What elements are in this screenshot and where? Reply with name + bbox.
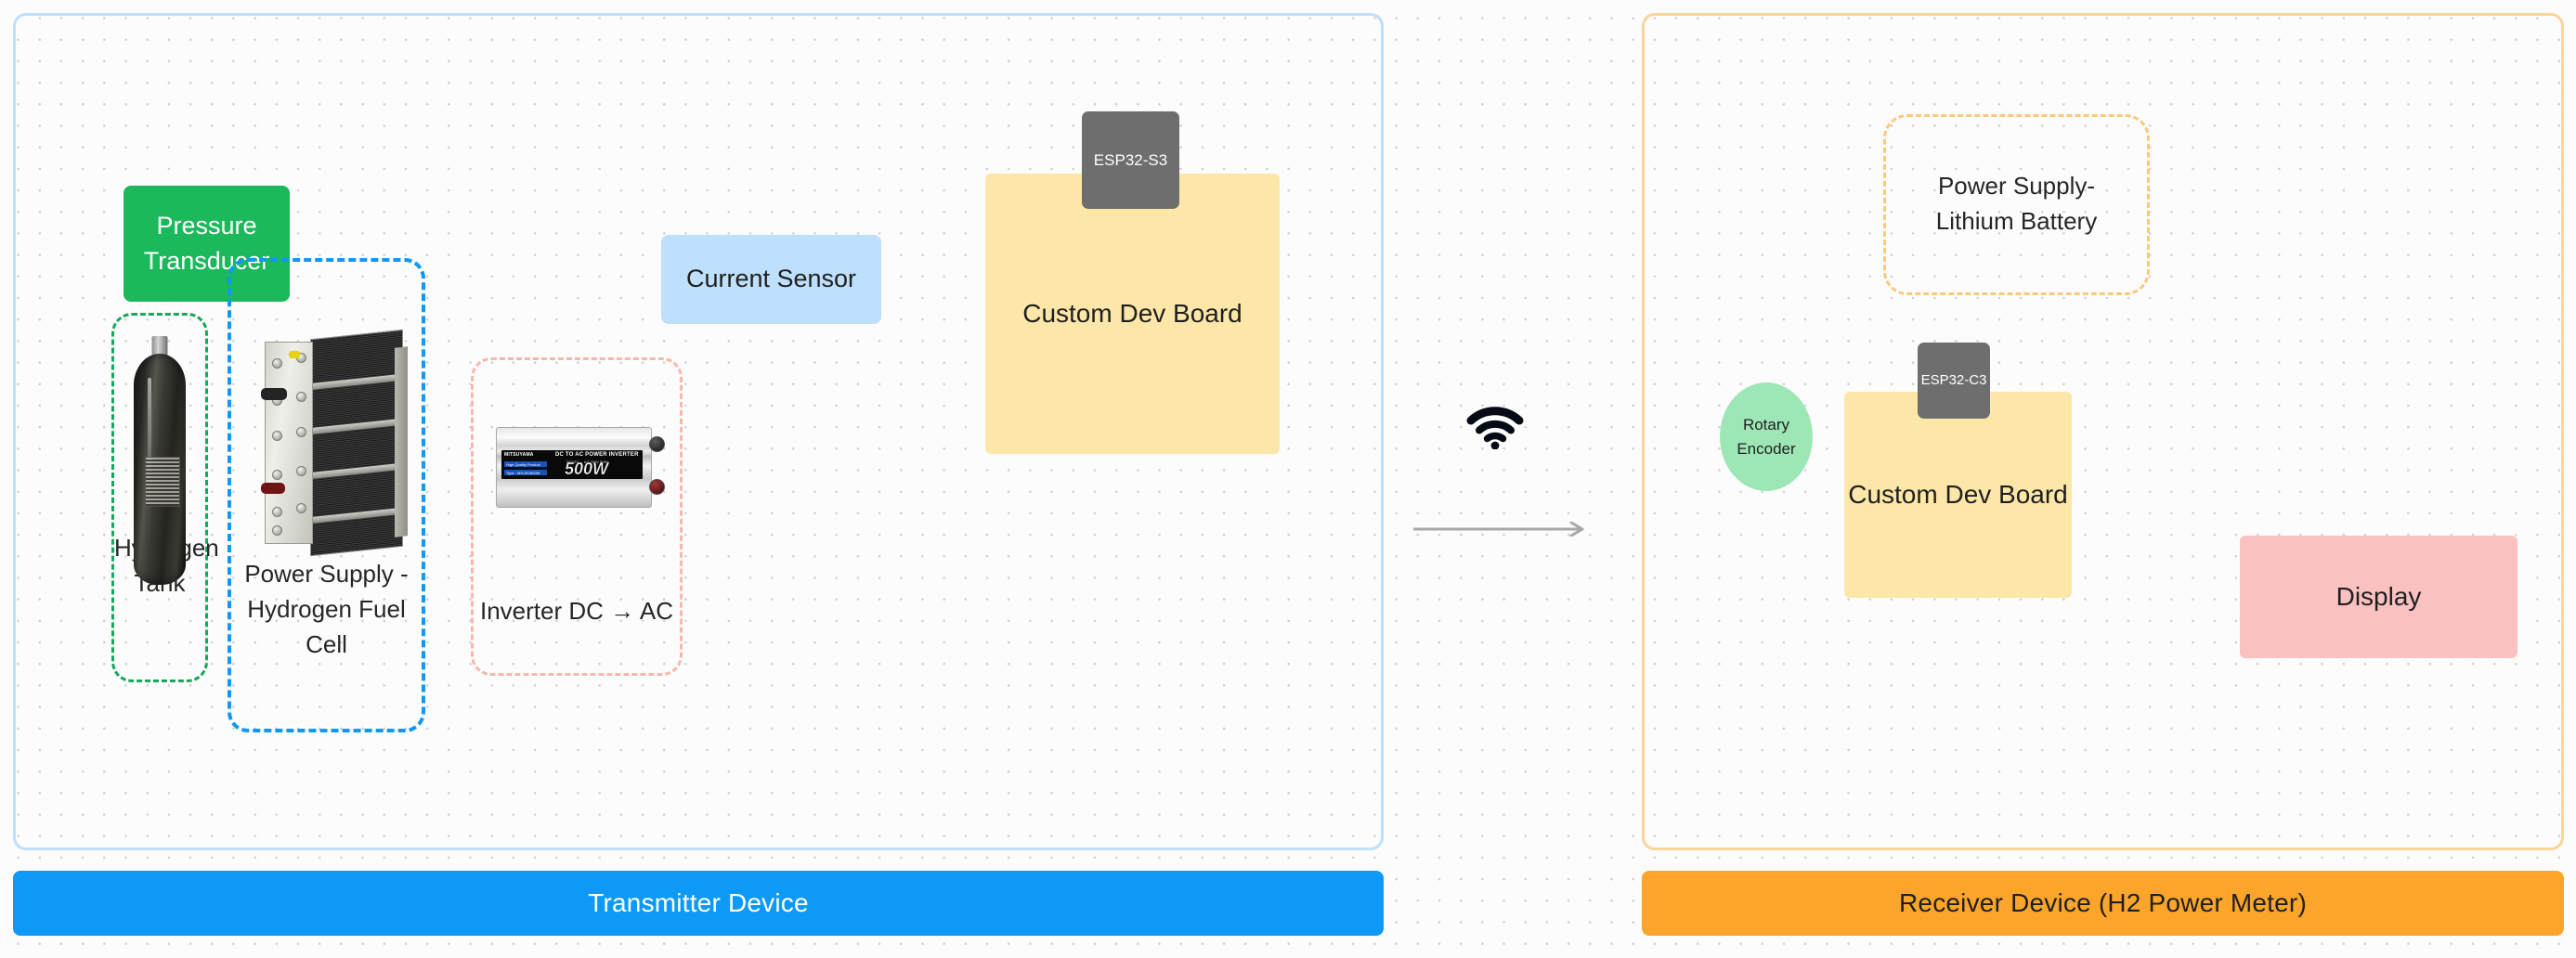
inverter-dc-terminal-knob xyxy=(649,436,665,452)
inverter-title-text: DC TO AC POWER INVERTER xyxy=(555,452,639,458)
current-sensor-node[interactable]: Current Sensor xyxy=(661,235,881,324)
diagram-canvas: Pressure Transducer Hydrogen Tank Power … xyxy=(0,0,2576,958)
transmitter-device-bar[interactable]: Transmitter Device xyxy=(13,871,1384,936)
fuel-cell-end-plate xyxy=(395,346,408,537)
fuel-cell-inlet-valve xyxy=(261,388,287,400)
fuel-cell-bolt xyxy=(296,466,306,476)
fuel-cell-bolt xyxy=(296,392,306,402)
fuel-cell-bolt xyxy=(296,503,306,513)
inverter-quality-chip: High Quality Product xyxy=(504,461,547,467)
fuel-cell-bolt xyxy=(272,470,282,480)
fuel-cell-bolt xyxy=(272,507,282,517)
transmitter-custom-dev-board[interactable]: Custom Dev Board xyxy=(985,174,1280,454)
esp32-s3-module[interactable]: ESP32-S3 xyxy=(1082,111,1179,209)
hydrogen-tank-photo xyxy=(134,336,186,585)
lithium-battery-label: Power Supply- Lithium Battery xyxy=(1935,172,2098,235)
receiver-custom-dev-board[interactable]: Custom Dev Board xyxy=(1844,392,2072,598)
fuel-cell-outlet-valve xyxy=(261,483,285,494)
lithium-battery-group[interactable]: Power Supply- Lithium Battery xyxy=(1883,114,2150,295)
fuel-cell-bolt xyxy=(272,525,282,536)
fuel-cell-purge-fitting xyxy=(289,351,300,358)
hydrogen-fuel-cell-photo xyxy=(261,329,410,557)
fuel-cell-bolt xyxy=(296,427,306,437)
inverter-type-chip: Type : MS-INV500W xyxy=(504,470,547,475)
inverter-brand-text: MITSUYAMA xyxy=(504,452,534,458)
display-node[interactable]: Display xyxy=(2240,536,2517,658)
tank-valve-neck xyxy=(151,336,168,356)
right-arrow-icon xyxy=(1413,521,1586,537)
tank-spec-sticker xyxy=(145,457,180,507)
fuel-cell-stack xyxy=(310,329,403,557)
receiver-device-bar[interactable]: Receiver Device (H2 Power Meter) xyxy=(1642,871,2564,936)
fuel-cell-bolt xyxy=(272,358,282,369)
inverter-group[interactable]: Inverter DC → AC xyxy=(471,357,683,676)
rotary-encoder-node[interactable]: Rotary Encoder xyxy=(1720,382,1813,491)
inverter-ac-terminal-knob xyxy=(649,479,665,495)
esp32-c3-module[interactable]: ESP32-C3 xyxy=(1918,343,1990,419)
wifi-icon xyxy=(1465,405,1525,450)
dc-ac-inverter-photo: MITSUYAMA DC TO AC POWER INVERTER DC12V … xyxy=(490,421,665,511)
fuel-cell-bolt xyxy=(272,431,282,441)
inverter-wattage-text: 500W xyxy=(565,460,609,478)
hydrogen-fuel-cell-label: Power Supply - Hydrogen Fuel Cell xyxy=(244,560,409,658)
inverter-label: Inverter DC → AC xyxy=(479,597,674,625)
